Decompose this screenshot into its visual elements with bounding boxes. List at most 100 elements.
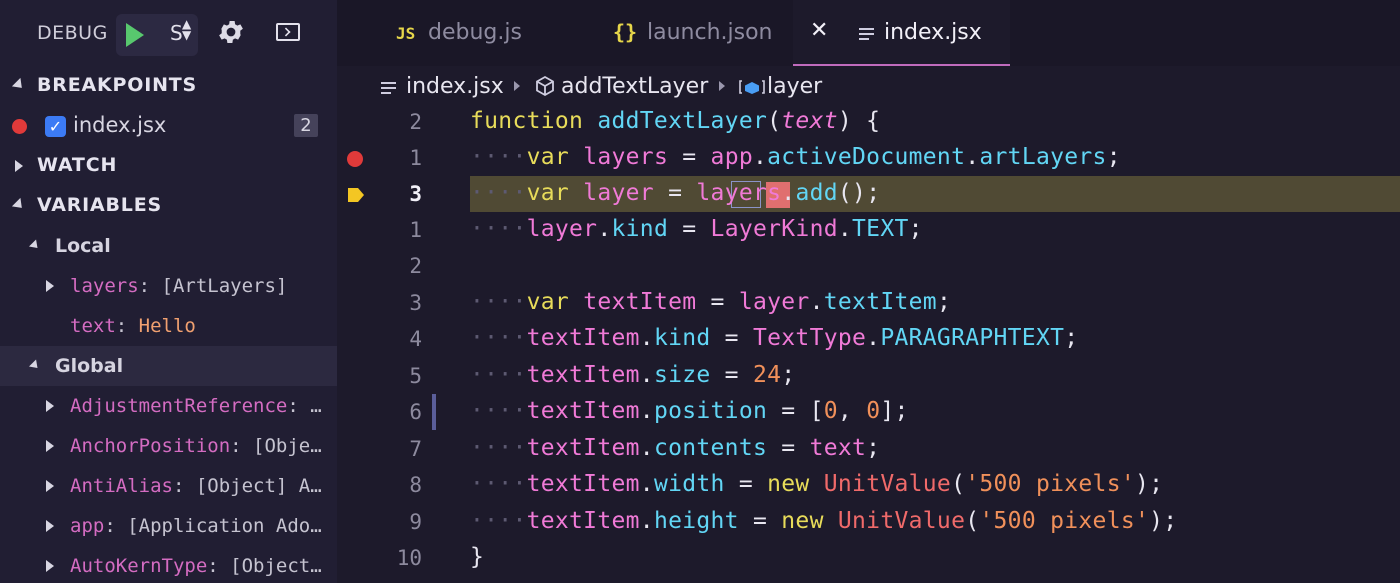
config-dropdown-label[interactable]: S bbox=[170, 21, 183, 45]
variable-name: app bbox=[70, 515, 105, 537]
code-line: 7 ····textItem.contents = text; bbox=[337, 431, 1400, 467]
tab-launch-json[interactable]: {} launch.json bbox=[595, 0, 795, 66]
code-line: 6 ····textItem.position = [0, 0]; bbox=[337, 394, 1400, 430]
dot: . bbox=[965, 144, 980, 170]
variable-item[interactable]: app: [Application Ado… bbox=[0, 506, 337, 546]
variable: layers bbox=[583, 144, 669, 170]
property: textItem bbox=[823, 289, 937, 315]
code-line: 9 ····textItem.height = new UnitValue('5… bbox=[337, 504, 1400, 540]
watch-section-header[interactable]: WATCH bbox=[0, 146, 337, 186]
chevron-right-icon bbox=[46, 280, 54, 292]
tab-bar: JS debug.js {} launch.json ✕ index.jsx bbox=[337, 0, 1400, 66]
dot: . bbox=[639, 398, 654, 424]
chevron-updown-icon[interactable]: ▲ ▼ bbox=[182, 18, 191, 41]
cube-method-icon bbox=[536, 75, 554, 97]
variable-value: : [ArtLayers] bbox=[138, 275, 288, 297]
breadcrumb-file[interactable]: index.jsx bbox=[406, 74, 504, 99]
variable: textItem bbox=[583, 289, 697, 315]
semicolon: ; bbox=[936, 289, 952, 315]
tab-index-jsx[interactable]: ✕ index.jsx bbox=[793, 0, 1010, 66]
variable: textItem bbox=[526, 325, 640, 351]
semicolon: ; bbox=[908, 216, 923, 242]
variable: layer bbox=[583, 180, 654, 206]
string-literal: '500 pixels' bbox=[979, 508, 1150, 534]
operator: = bbox=[668, 144, 711, 170]
variables-title: VARIABLES bbox=[37, 194, 162, 216]
breadcrumb-function[interactable]: addTextLayer bbox=[561, 74, 708, 99]
variable: textItem bbox=[526, 508, 640, 534]
class-name: UnitValue bbox=[823, 471, 952, 497]
constant: TEXT bbox=[852, 216, 909, 242]
line-number: 9 bbox=[409, 510, 422, 534]
line-number: 1 bbox=[409, 146, 422, 170]
tab-debug-js[interactable]: JS debug.js bbox=[375, 0, 585, 66]
variable-name: layers bbox=[70, 275, 139, 297]
breakpoint-dot-icon bbox=[12, 119, 27, 134]
variable-name: AntiAlias bbox=[70, 475, 173, 497]
variable: textItem bbox=[526, 471, 640, 497]
paren: ( bbox=[951, 471, 966, 497]
chevron-down-icon bbox=[28, 359, 42, 372]
file-lines-icon bbox=[859, 28, 874, 42]
variable-item[interactable]: layers: [ArtLayers] bbox=[0, 266, 337, 306]
line-number: 3 bbox=[409, 291, 422, 315]
chevron-right-icon bbox=[46, 440, 54, 452]
variable-item[interactable]: AntiAlias: [Object] A… bbox=[0, 466, 337, 506]
breakpoint-item[interactable]: ✓ index.jsx 2 bbox=[0, 106, 337, 146]
function-name: addTextLayer bbox=[597, 108, 768, 134]
line-number: 3 bbox=[409, 182, 422, 206]
operator: = bbox=[710, 325, 753, 351]
variable-item[interactable]: AutoKernType: [Object… bbox=[0, 546, 337, 583]
variable-item[interactable]: AdjustmentReference: … bbox=[0, 386, 337, 426]
operator: = bbox=[653, 180, 697, 206]
semicolon: ; bbox=[866, 435, 881, 461]
operator: = bbox=[767, 435, 810, 461]
json-file-icon: {} bbox=[613, 20, 638, 44]
breakpoints-title: BREAKPOINTS bbox=[37, 74, 198, 96]
number-literal: 0 bbox=[823, 398, 838, 424]
variable: layer bbox=[526, 216, 598, 242]
semicolon: ; bbox=[1064, 325, 1079, 351]
close-icon[interactable]: ✕ bbox=[810, 18, 828, 43]
variable-icon bbox=[739, 80, 765, 94]
code-line: 10 } bbox=[337, 540, 1400, 576]
line-number: 10 bbox=[396, 546, 422, 570]
semicolon: ; bbox=[1106, 144, 1121, 170]
dot: . bbox=[639, 471, 654, 497]
play-icon[interactable] bbox=[126, 23, 144, 47]
current-code-line: 3 ····var layer = layers.add(); bbox=[337, 176, 1400, 212]
line-number: 7 bbox=[409, 437, 422, 461]
dot: . bbox=[866, 325, 881, 351]
breadcrumb-variable[interactable]: layer bbox=[767, 74, 822, 99]
number-literal: 0 bbox=[866, 398, 881, 424]
breakpoint-checkbox[interactable]: ✓ bbox=[45, 116, 66, 137]
variable-item[interactable]: text: Hello bbox=[0, 306, 337, 346]
code-editor: JS debug.js {} launch.json ✕ index.jsx i… bbox=[337, 0, 1400, 583]
debug-sidebar: DEBUG S ▲ ▼ BREAKPOINTS ✓ index.jsx 2 WAT… bbox=[0, 0, 337, 583]
tab-label: index.jsx bbox=[884, 20, 982, 45]
variable-value: : [Obje… bbox=[230, 435, 322, 457]
variable-item[interactable]: AnchorPosition: [Obje… bbox=[0, 426, 337, 466]
semicolon: ; bbox=[866, 180, 881, 206]
chevron-right-icon bbox=[46, 400, 54, 412]
breakpoints-section-header[interactable]: BREAKPOINTS bbox=[0, 66, 337, 106]
javascript-file-icon: JS bbox=[396, 24, 416, 43]
property: contents bbox=[653, 435, 768, 461]
operator: = bbox=[710, 362, 753, 388]
number-literal: 24 bbox=[752, 362, 782, 388]
operator: = bbox=[696, 289, 739, 315]
variable-name: AnchorPosition bbox=[70, 435, 231, 457]
brace: } bbox=[470, 544, 485, 570]
code-line: 5 ····textItem.size = 24; bbox=[337, 358, 1400, 394]
variables-section-header[interactable]: VARIABLES bbox=[0, 186, 337, 226]
dot: . bbox=[639, 508, 654, 534]
dot: . bbox=[597, 216, 612, 242]
string-literal: '500 pixels' bbox=[965, 471, 1136, 497]
keyword: var bbox=[526, 144, 570, 170]
debug-console-icon[interactable] bbox=[276, 23, 300, 41]
global-scope-header[interactable]: Global bbox=[0, 346, 337, 386]
gear-icon[interactable] bbox=[216, 17, 246, 47]
bracket: [ bbox=[809, 398, 824, 424]
local-scope-header[interactable]: Local bbox=[0, 226, 337, 266]
debug-config-selector[interactable]: S ▲ ▼ bbox=[116, 14, 198, 56]
